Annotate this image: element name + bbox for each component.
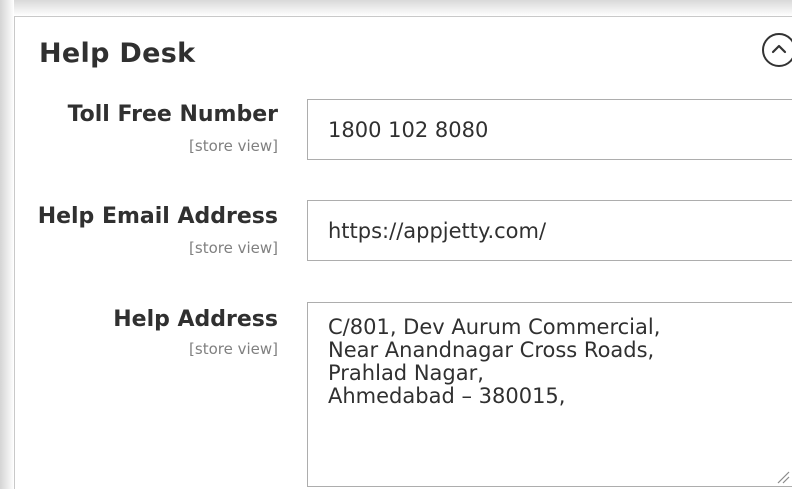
help-address-textarea[interactable]: C/801, Dev Aurum Commercial, Near Anandn… bbox=[307, 302, 792, 487]
address-line: Near Anandnagar Cross Roads, bbox=[328, 338, 655, 362]
toll-free-number-input[interactable] bbox=[307, 99, 792, 160]
window-shadow-top bbox=[0, 0, 792, 16]
address-line: C/801, Dev Aurum Commercial, bbox=[328, 315, 661, 339]
address-line: Prahlad Nagar, bbox=[328, 361, 484, 385]
collapse-section-button[interactable] bbox=[762, 33, 792, 67]
toll-free-number-scope: [store view] bbox=[189, 137, 278, 155]
address-line: Ahmedabad – 380015, bbox=[328, 384, 566, 408]
help-address-label: Help Address bbox=[113, 307, 278, 332]
help-address-scope: [store view] bbox=[189, 340, 278, 358]
resize-grip-icon[interactable] bbox=[776, 470, 790, 484]
help-email-address-input[interactable] bbox=[307, 200, 792, 261]
section-title[interactable]: Help Desk bbox=[39, 38, 195, 69]
window-shadow-left bbox=[0, 0, 14, 489]
toll-free-number-label: Toll Free Number bbox=[67, 102, 278, 127]
help-email-address-scope: [store view] bbox=[189, 239, 278, 257]
chevron-up-circle-icon bbox=[771, 44, 787, 54]
help-email-address-label: Help Email Address bbox=[37, 204, 278, 229]
help-desk-config-window: Help Desk Toll Free Number [store view] … bbox=[0, 0, 792, 489]
